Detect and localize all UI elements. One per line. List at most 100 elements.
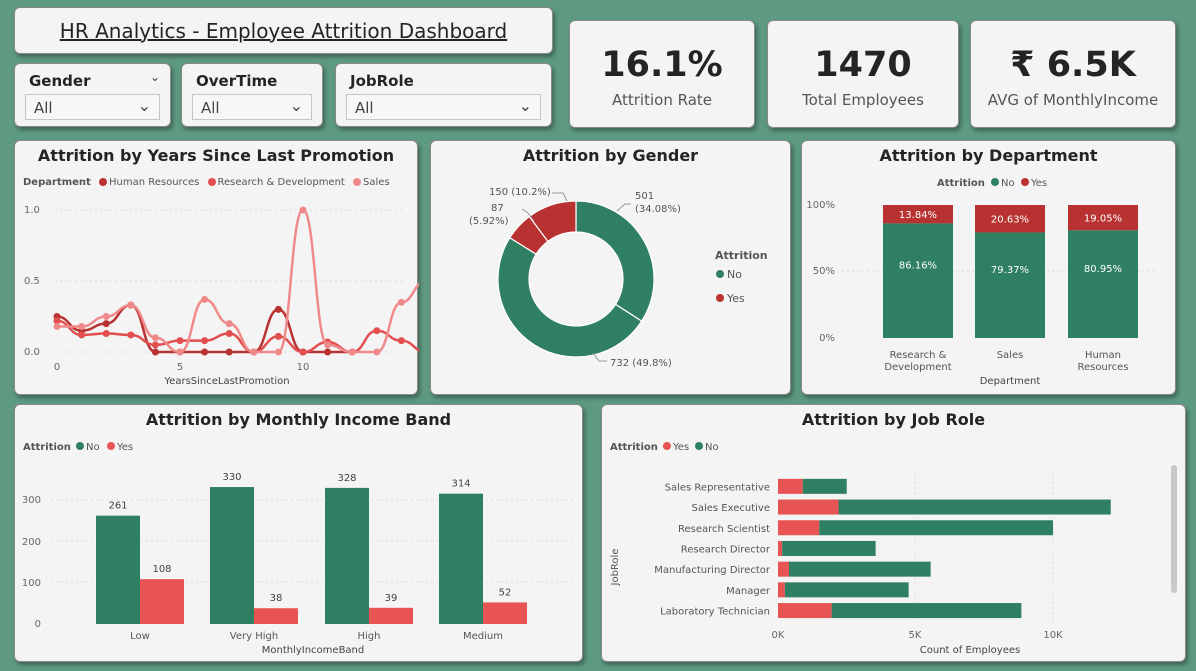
chevron-down-icon[interactable]: ⌄: [290, 96, 303, 115]
x-tick: 0: [54, 362, 60, 373]
donut-slice[interactable]: [575, 200, 655, 322]
data-point: [151, 334, 159, 342]
legend-title: Attrition: [610, 442, 658, 453]
bar-no[interactable]: [782, 540, 876, 556]
data-point: [324, 341, 332, 349]
bar-no[interactable]: [1068, 230, 1138, 338]
kpi-value: 16.1%: [601, 45, 723, 85]
income-chart-card[interactable]: Attrition by Monthly Income Band Attriti…: [14, 404, 583, 662]
x-axis-label: Department: [980, 376, 1041, 387]
legend-item: Yes: [726, 292, 745, 305]
overtime-dropdown[interactable]: All ⌄: [192, 94, 312, 120]
jobrole-dropdown[interactable]: All ⌄: [346, 94, 541, 120]
data-point: [102, 330, 110, 338]
data-point: [397, 337, 405, 345]
bar-yes[interactable]: [254, 608, 298, 624]
x-tick: Low: [130, 631, 150, 642]
data-point: [274, 348, 282, 356]
y-tick: Research Director: [681, 544, 771, 555]
y-tick: 100: [22, 578, 41, 589]
x-axis-label: Count of Employees: [920, 645, 1020, 656]
bar-no[interactable]: [784, 582, 909, 598]
data-point: [201, 337, 209, 345]
scrollbar[interactable]: [1171, 465, 1177, 593]
x-tick: Research &: [890, 350, 947, 361]
bar-no[interactable]: [210, 487, 254, 624]
gender-chart-card[interactable]: Attrition by Gender 501 (34.08%) 732 (49…: [430, 140, 791, 395]
bar-yes[interactable]: [778, 561, 789, 577]
bar-yes[interactable]: [140, 579, 184, 624]
bar-no[interactable]: [789, 561, 931, 577]
y-tick: 0: [35, 619, 41, 630]
x-tick: Very High: [230, 631, 278, 642]
promotion-line-chart: 1.0 0.5 0.0 0 5 10 YearsSinceLastPromoti…: [24, 205, 419, 387]
department-chart-card[interactable]: Attrition by Department Attrition No Yes…: [801, 140, 1176, 395]
bar-no[interactable]: [439, 493, 483, 624]
legend-item: Yes: [116, 442, 133, 453]
x-tick: 10K: [1043, 630, 1063, 641]
bar-no[interactable]: [96, 515, 140, 624]
bar-yes[interactable]: [778, 582, 785, 598]
y-tick: 0%: [819, 333, 835, 344]
jobrole-chart-card[interactable]: Attrition by Job Role Attrition Yes No J…: [601, 404, 1186, 662]
data-label: 20.63%: [991, 215, 1029, 226]
kpi-label: AVG of MonthlyIncome: [987, 91, 1159, 109]
bar-yes[interactable]: [778, 520, 820, 536]
bar-no[interactable]: [325, 487, 369, 624]
slicer-overtime[interactable]: OverTime All ⌄: [181, 63, 323, 127]
kpi-value: ₹ 6.5K: [1010, 45, 1136, 85]
data-point: [299, 348, 307, 356]
slicer-gender[interactable]: Gender ⌄ All ⌄: [14, 63, 171, 127]
data-point: [299, 206, 307, 214]
slice-label: 87: [491, 203, 504, 214]
slicer-jobrole[interactable]: JobRole All ⌄: [335, 63, 552, 127]
bar-yes[interactable]: [483, 602, 527, 624]
chevron-down-icon[interactable]: ⌄: [150, 70, 160, 84]
data-point: [373, 327, 381, 335]
legend-title: Attrition: [23, 442, 71, 453]
y-tick: Manager: [726, 586, 771, 597]
bar-yes[interactable]: [778, 540, 783, 556]
legend-item: No: [705, 442, 719, 453]
kpi-total-employees: 1470 Total Employees: [767, 20, 959, 128]
promotion-chart-card[interactable]: Attrition by Years Since Last Promotion …: [14, 140, 419, 395]
bar-no[interactable]: [975, 232, 1045, 338]
slice-label: 501: [635, 191, 654, 202]
slicer-value: All: [34, 99, 53, 117]
bar-no[interactable]: [819, 520, 1053, 536]
y-tick: 300: [22, 495, 41, 506]
y-tick: Sales Representative: [665, 482, 770, 493]
y-tick: Manufacturing Director: [654, 565, 771, 576]
bar-yes[interactable]: [369, 607, 413, 624]
data-point: [274, 305, 282, 313]
slicer-label: OverTime: [196, 72, 278, 90]
kpi-avg-income: ₹ 6.5K AVG of MonthlyIncome: [970, 20, 1176, 128]
gender-dropdown[interactable]: All ⌄: [25, 94, 160, 120]
data-point: [274, 332, 282, 340]
bar-no[interactable]: [883, 223, 953, 338]
bar-no[interactable]: [838, 499, 1111, 515]
data-point: [373, 348, 381, 356]
x-tick: Medium: [463, 631, 503, 642]
data-point: [53, 322, 61, 330]
data-point: [225, 348, 233, 356]
legend-item: No: [1001, 178, 1015, 189]
series-line: [56, 319, 419, 354]
chevron-down-icon[interactable]: ⌄: [138, 96, 151, 115]
x-axis-label: MonthlyIncomeBand: [262, 645, 365, 656]
x-tick: 5K: [909, 630, 922, 641]
legend-item: No: [727, 268, 742, 281]
gender-donut-chart: 501 (34.08%) 732 (49.8%) 150 (10.2%) 87 …: [469, 187, 768, 369]
data-point: [324, 348, 332, 356]
chevron-down-icon[interactable]: ⌄: [519, 96, 532, 115]
bar-yes[interactable]: [778, 603, 832, 619]
slicer-label: Gender: [29, 72, 91, 90]
bar-no[interactable]: [831, 603, 1022, 619]
y-tick: 200: [22, 537, 41, 548]
legend-item: Yes: [672, 442, 689, 453]
bar-yes[interactable]: [778, 499, 839, 515]
bar-no[interactable]: [802, 478, 847, 494]
x-tick: 0K: [772, 630, 785, 641]
bar-yes[interactable]: [778, 478, 803, 494]
data-label: 13.84%: [899, 210, 937, 221]
